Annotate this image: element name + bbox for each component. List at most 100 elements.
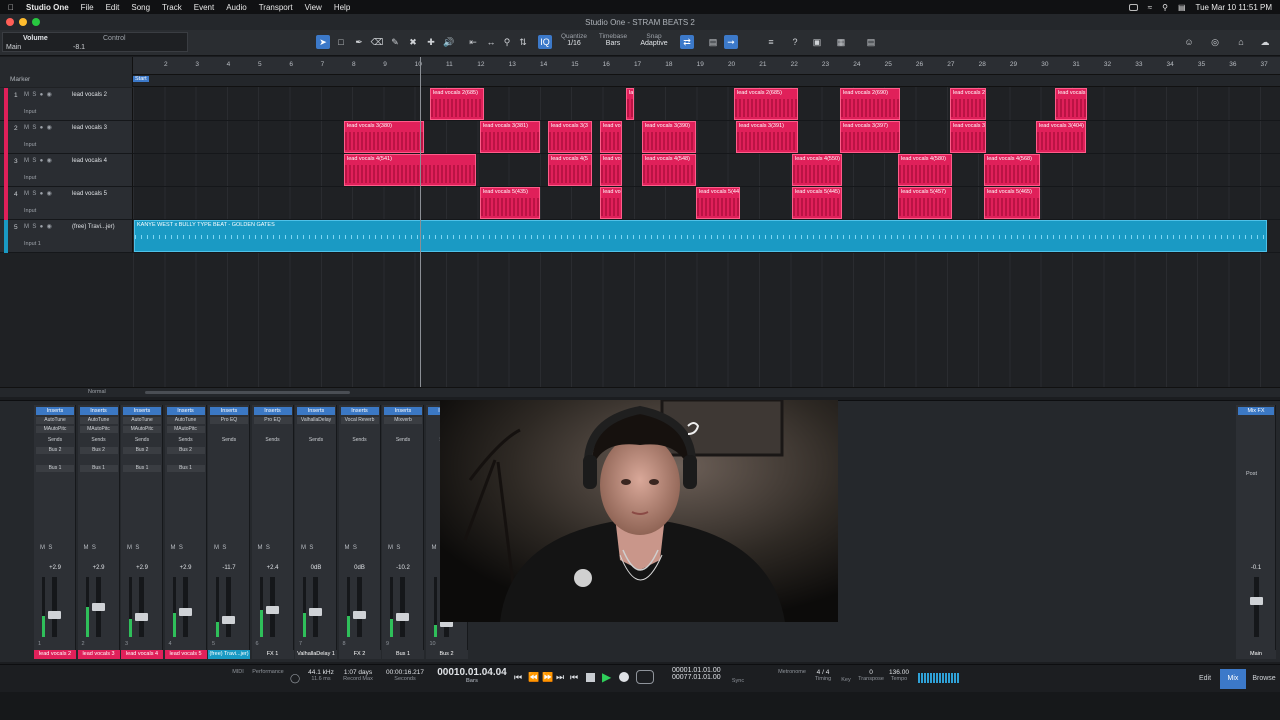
cloud-icon[interactable]: ☁ <box>1258 35 1272 49</box>
stretch-icon[interactable]: ↔ <box>484 35 498 49</box>
audio-clip[interactable]: lead vo <box>600 187 622 219</box>
record-icon-settings[interactable]: ◯ <box>290 673 300 684</box>
insert-plugin-slot[interactable]: AutoTune <box>79 417 118 424</box>
menu-transport[interactable]: Transport <box>259 3 293 12</box>
inserts-button[interactable]: Inserts <box>384 407 422 415</box>
channel-fader[interactable] <box>309 577 322 637</box>
transpose-display[interactable]: 0 Transpose <box>856 669 886 682</box>
audio-clip[interactable]: lead vocals 3(391) <box>736 121 798 153</box>
mute-solo-buttons[interactable]: M S <box>40 545 52 551</box>
seconds-display[interactable]: 00:00:16.217 Seconds <box>380 669 430 682</box>
timebase-select[interactable]: Timebase Bars <box>598 33 628 47</box>
mute-solo-buttons[interactable]: M S <box>171 545 183 551</box>
insert-plugin-slot[interactable]: Pro EQ <box>210 417 248 424</box>
fader-cap[interactable] <box>178 608 192 617</box>
send-slot[interactable]: Bus 2 <box>123 447 161 454</box>
fader-cap[interactable] <box>265 605 279 614</box>
insert-plugin-slot[interactable]: Vocal Reverb <box>340 417 379 424</box>
channel-strip[interactable]: Inserts Pro EQ Sends M S -11.7 5 (free) Travi.… <box>208 405 250 659</box>
marker-track[interactable]: Start <box>133 75 1280 87</box>
inserts-button[interactable]: Inserts <box>79 407 118 415</box>
channel-strip[interactable]: Inserts AutoTune MAutoPitc Sends Bus 2 Bus 1 M… <box>121 405 163 659</box>
audio-clip[interactable]: lead vocals 4(580) <box>898 154 952 186</box>
channel-strip[interactable]: Inserts AutoTune MAutoPitc Sends Bus 2 Bus 1 M… <box>164 405 207 659</box>
sends-label[interactable]: Sends <box>210 437 248 444</box>
home-icon[interactable]: ⌂ <box>1234 35 1248 49</box>
mix-fx-label[interactable]: Mix FX <box>1238 407 1274 415</box>
channel-volume[interactable]: -10.2 <box>382 565 424 571</box>
sample-rate-display[interactable]: 44.1 kHz 11.6 ms <box>304 669 338 682</box>
audio-clip[interactable]: lead vocals 3(397) <box>840 121 900 153</box>
audio-clip[interactable]: lead vocals 5(445) <box>792 187 842 219</box>
channel-name[interactable]: FX 1 <box>251 650 294 659</box>
channel-fader[interactable] <box>352 577 366 637</box>
channel-name[interactable]: (free) Travi...jer) <box>208 650 250 659</box>
midi-indicator[interactable]: MIDI <box>228 669 248 675</box>
quantize-select[interactable]: Quantize 1/16 <box>560 33 588 47</box>
inserts-button[interactable]: Inserts <box>297 407 335 415</box>
timeline-ruler[interactable]: 2 3 4 5 6 7 8 9 10 11 12 13 14 15 16 17 18 19 20 21 22 23 24 25… <box>133 57 1280 75</box>
go-to-end-icon[interactable]: ⏭ <box>556 672 564 683</box>
track-name[interactable]: lead vocals 5 <box>72 191 107 197</box>
track-input[interactable]: Input <box>24 142 36 148</box>
main-channel-strip[interactable]: Mix FX Post -0.1 Main <box>1236 405 1276 659</box>
send-slot[interactable]: Bus 2 <box>36 447 74 454</box>
audio-clip[interactable]: lead vocals <box>1055 88 1087 120</box>
mute-tool-icon[interactable]: ✖ <box>406 35 420 49</box>
track-name[interactable]: (free) Travi...jer) <box>72 224 115 230</box>
channel-name[interactable]: lead vocals 4 <box>121 650 163 659</box>
audio-clip[interactable]: lead vocals 5(435) <box>480 187 540 219</box>
audio-clip[interactable]: lead vocals 3( <box>950 121 986 153</box>
mute-solo-buttons[interactable]: M S ● ◉ <box>24 223 52 230</box>
app-menu[interactable]: Studio One <box>26 3 69 12</box>
menu-track[interactable]: Track <box>162 3 182 12</box>
menu-help[interactable]: Help <box>334 3 350 12</box>
channel-name[interactable]: Bus 2 <box>425 650 468 659</box>
track-input[interactable]: Input <box>24 175 36 181</box>
playhead[interactable] <box>420 57 421 387</box>
audio-clip[interactable]: lead vo <box>600 121 622 153</box>
channel-fader[interactable] <box>135 577 148 637</box>
bend-tool-icon[interactable]: ✚ <box>424 35 438 49</box>
audio-clip[interactable]: lead vocals 2(685) <box>430 88 484 120</box>
channel-volume[interactable]: +2.4 <box>252 565 294 571</box>
channel-name[interactable]: lead vocals 3 <box>77 650 120 659</box>
return-to-zero-icon[interactable]: ⏮ <box>514 672 522 683</box>
wifi-icon[interactable]: ≈ <box>1148 3 1152 12</box>
listen-tool-icon[interactable]: 🔊 <box>442 35 456 49</box>
control-link-panel[interactable]: Volume Control Main -8.1 <box>2 32 188 52</box>
mute-solo-buttons[interactable]: M S <box>84 545 96 551</box>
channel-volume[interactable]: +2.9 <box>121 565 163 571</box>
channel-strip[interactable]: Inserts Vocal Reverb Sends M S 0dB 8 FX 2 <box>338 405 381 659</box>
layout-icon[interactable]: ▤ <box>864 35 878 49</box>
plugins-icon[interactable]: ◎ <box>1208 35 1222 49</box>
mute-solo-buttons[interactable]: M S <box>345 545 357 551</box>
fader-cap[interactable] <box>48 610 61 619</box>
track-header[interactable]: 2 M S ● ◉ lead vocals 3 Input <box>0 121 133 154</box>
track-header[interactable]: 5 M S ● ◉ (free) Travi...jer) Input 1 <box>0 220 133 253</box>
inserts-button[interactable]: Inserts <box>123 407 161 415</box>
audio-clip[interactable]: lead vocals 3(381) <box>480 121 540 153</box>
fader-cap[interactable] <box>309 608 322 617</box>
battery-icon[interactable] <box>1128 3 1138 11</box>
quantize-toggle-icon[interactable]: IQ <box>538 35 552 49</box>
track-header[interactable]: 3 M S ● ◉ lead vocals 4 Input <box>0 154 133 187</box>
channel-fader[interactable] <box>178 577 192 637</box>
track-header[interactable]: 4 M S ● ◉ lead vocals 5 Input <box>0 187 133 220</box>
audio-clip[interactable]: la <box>626 88 634 120</box>
range-tool-icon[interactable]: □ <box>334 35 348 49</box>
zoom-icon[interactable]: ⚲ <box>500 35 514 49</box>
insert-plugin-slot[interactable]: AutoTune <box>166 417 205 424</box>
tempo-display[interactable]: 136.00 Tempo <box>886 669 912 682</box>
main-fader-cap[interactable] <box>1250 597 1263 605</box>
mix-align-icon[interactable]: ≡ <box>764 35 778 49</box>
timing-display[interactable]: 4 / 4 Timing <box>812 669 834 682</box>
mute-solo-buttons[interactable]: M S <box>388 545 400 551</box>
inserts-button[interactable]: Inserts <box>210 407 248 415</box>
mute-solo-buttons[interactable]: M S <box>301 545 313 551</box>
position-display[interactable]: 00010.01.04.04 Bars <box>434 667 510 684</box>
rewind-icon[interactable]: ⏪ <box>528 672 539 683</box>
auto-scroll-icon[interactable]: ▤ <box>706 35 720 49</box>
channel-name[interactable]: lead vocals 5 <box>164 650 207 659</box>
paint-tool-icon[interactable]: ✎ <box>388 35 402 49</box>
